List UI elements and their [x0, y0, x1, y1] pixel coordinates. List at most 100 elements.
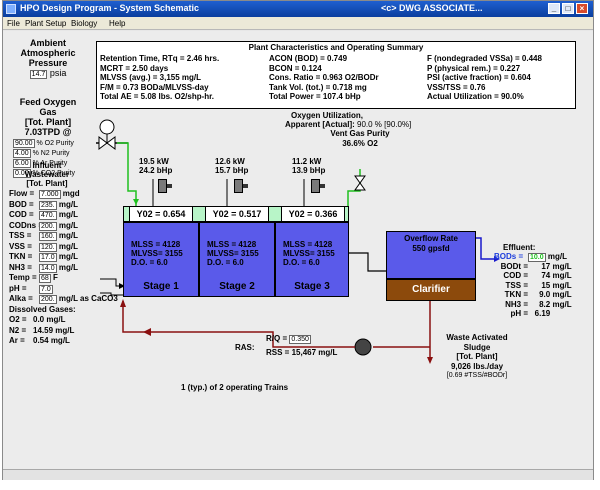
gas-label: N2 = [9, 325, 27, 335]
y02-label: Y02 = [212, 209, 237, 219]
summary-col-2: ACON (BOD) = 0.749 BCON = 0.124 Cons. Ra… [269, 54, 379, 102]
feed-oxygen-line-1: Feed Oxygen [19, 97, 77, 107]
summary-item: BCON = 0.124 [269, 63, 322, 73]
param-unit: mg/L [58, 220, 78, 230]
clarifier-sludge[interactable]: Clarifier [386, 279, 476, 301]
effluent-unit: mg/L [552, 299, 572, 309]
tss-input[interactable]: 160. [39, 232, 57, 241]
menu-biology[interactable]: Biology [71, 19, 97, 28]
vent-gas-value: 36.6% O2 [342, 139, 378, 148]
influent-row: Flow = 7.000 mgd [9, 189, 118, 200]
ras-rq-input[interactable]: 0.350 [289, 335, 311, 344]
influent-row: NH3 = 14.0 mg/L [9, 263, 118, 274]
motor-icon[interactable] [234, 179, 243, 193]
company-label: <c> DWG ASSOCIATE... [381, 3, 483, 13]
window-title: HPO Design Program - System Schematic [20, 3, 200, 13]
apparent-value: 90.0 % [90.0%] [357, 120, 412, 129]
ras-label: RAS: [235, 343, 255, 352]
effluent-label: TSS = [505, 280, 528, 290]
menu-file[interactable]: File [7, 19, 20, 28]
oxygen-valve-icon [98, 136, 108, 150]
vss-input[interactable]: 120. [39, 242, 57, 252]
param-label: COD = [9, 210, 34, 219]
influent-row: Temp = 68 F [9, 273, 118, 284]
nh3-input[interactable]: 14.0 [39, 263, 57, 273]
ambient-line-1: Ambient [30, 38, 66, 48]
power-bhp: 24.2 bHp [139, 166, 173, 175]
power-kw: 12.6 kW [215, 157, 245, 166]
trains-note: 1 (typ.) of 2 operating Trains [181, 383, 289, 392]
effluent-unit: mg/L [552, 271, 572, 280]
flow-input[interactable]: 7.000 [39, 190, 61, 199]
param-label: CODns = [9, 220, 44, 230]
influent-row: COD = 470. mg/L [9, 210, 118, 221]
oxygen-utilization-row: Apparent [Actual]: 90.0 % [90.0%] [285, 120, 411, 129]
influent-row: TKN = 17.0 mg/L [9, 252, 118, 263]
maximize-icon[interactable]: □ [562, 3, 574, 14]
menu-help[interactable]: Help [109, 19, 125, 28]
o2-purity-field[interactable]: 90.00 [13, 139, 35, 148]
param-label: TKN = [9, 252, 33, 261]
alkalinity-input[interactable]: 200. [39, 295, 57, 304]
feed-oxygen-line-3: [Tot. Plant] [24, 117, 72, 127]
stage-1-label: Stage 1 [143, 281, 179, 292]
summary-item: Total Power = 107.4 bHp [269, 92, 361, 101]
close-icon[interactable]: × [576, 3, 588, 14]
purity-row: 90.00 % O2 Purity [13, 139, 75, 149]
effluent-unit: mg/L [547, 252, 567, 261]
n2-purity-field[interactable]: 4.00 [13, 149, 31, 158]
do-value[interactable]: 6.0 [157, 258, 168, 267]
codns-input[interactable]: 200. [39, 221, 57, 231]
purity-row: 4.00 % N2 Purity [13, 149, 75, 159]
effluent-bods-value[interactable]: 10.0 [528, 253, 546, 262]
schematic-canvas: Ambient Atmospheric Pressure 14.7 psia F… [3, 31, 593, 469]
param-unit: mg/L [58, 252, 78, 261]
cod-input[interactable]: 470. [39, 211, 57, 220]
feed-oxygen-line-2: Gas [39, 107, 57, 117]
effluent-unit: mg/L [552, 290, 572, 299]
influent-row: TSS = 160. mg/L [9, 231, 118, 242]
motor-coupling-icon [243, 184, 248, 188]
summary-item: ACON (BOD) = 0.749 [269, 54, 348, 63]
temp-input[interactable]: 68 [39, 274, 51, 283]
bod-input[interactable]: 235. [39, 200, 57, 210]
vent-gas-block: Vent Gas Purity 36.6% O2 [310, 129, 410, 149]
motor-icon[interactable] [158, 179, 167, 193]
influent-line-2: Wastewater [24, 170, 70, 179]
effluent-label: BODs = [494, 252, 524, 261]
gas-unit: mg/L [50, 336, 70, 345]
param-label: VSS = [9, 241, 32, 251]
clarifier-tank[interactable]: Overflow Rate 550 gpsfd [386, 231, 476, 279]
effluent-row: TKN = 9.0 mg/L [494, 290, 572, 300]
motor-icon[interactable] [311, 179, 320, 193]
y02-value: 0.517 [238, 209, 262, 219]
effluent-label: NH3 = [505, 299, 528, 309]
gas-value: 0.54 [33, 336, 49, 345]
was-value: 9,026 lbs./day [450, 361, 504, 371]
app-icon [6, 4, 16, 14]
param-label: NH3 = [9, 262, 32, 272]
influent-row: BOD = 235. mg/L [9, 200, 118, 211]
gas-label: O2 = [9, 315, 27, 324]
ph-input[interactable]: 7.0 [39, 284, 53, 294]
menu-plant-setup[interactable]: Plant Setup [25, 19, 66, 28]
title-bar: HPO Design Program - System Schematic <c… [3, 1, 593, 17]
summary-item: F (nondegraded VSSa) = 0.448 [427, 54, 542, 63]
ambient-line-2: Atmospheric [20, 48, 76, 58]
ambient-pressure-field[interactable]: 14.7 [29, 70, 48, 79]
was-line-1: Waste Activated [446, 333, 508, 342]
do-value[interactable]: 6.0 [309, 258, 320, 267]
mlvss-value: MLVSS= 3155 [283, 249, 335, 258]
tkn-input[interactable]: 17.0 [39, 253, 57, 262]
param-unit: mgd [62, 189, 80, 198]
feed-oxygen-rate: 7.03TPD @ [24, 127, 72, 137]
do-value[interactable]: 6.0 [233, 258, 244, 267]
summary-title: Plant Characteristics and Operating Summ… [248, 43, 424, 52]
vent-gas-label: Vent Gas Purity [330, 129, 390, 138]
apparent-label: Apparent [Actual]: [285, 120, 355, 129]
minimize-icon[interactable]: _ [548, 3, 560, 14]
influent-line-1: Influent [32, 161, 62, 170]
ambient-line-3: Pressure [28, 58, 68, 68]
ras-rq-label: R/Q = [266, 334, 288, 343]
do-label: D.O. = [283, 258, 307, 267]
